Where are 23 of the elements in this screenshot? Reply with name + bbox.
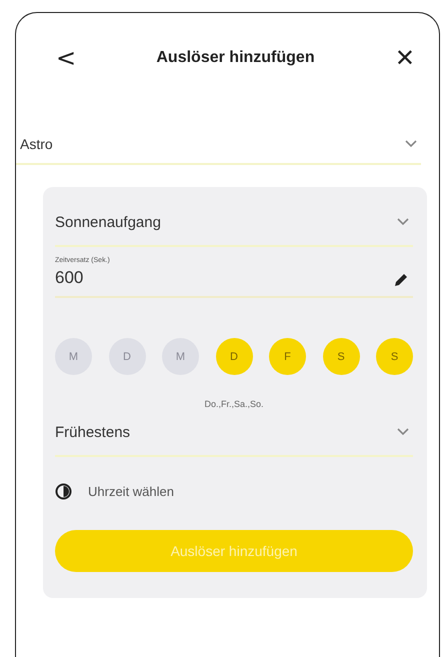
weekday-toggle[interactable]: D bbox=[108, 338, 146, 375]
type-dropdown[interactable]: Astro bbox=[16, 125, 421, 165]
selected-days-text: Do.,Fr.,Sa.,So. bbox=[203, 399, 265, 409]
weekday-toggle[interactable]: F bbox=[269, 338, 306, 375]
time-option-label[interactable]: Uhrzeit wählen bbox=[88, 484, 174, 499]
chevron-down-icon bbox=[405, 140, 417, 148]
back-button[interactable]: < bbox=[56, 44, 76, 72]
earliest-dropdown[interactable]: Frühestens bbox=[55, 409, 413, 457]
dropdown-value: Frühestens bbox=[55, 424, 130, 440]
event-dropdown[interactable]: Sonnenaufgang bbox=[55, 199, 413, 247]
dropdown-value: Astro bbox=[20, 136, 53, 152]
close-button[interactable]: ✕ bbox=[394, 44, 415, 72]
chevron-down-icon bbox=[397, 218, 409, 226]
field-value: 600 bbox=[55, 268, 84, 288]
pencil-icon[interactable] bbox=[393, 272, 409, 288]
weekday-toggle[interactable]: D bbox=[216, 338, 252, 375]
weekday-toggle[interactable]: M bbox=[55, 338, 92, 375]
weekday-toggle[interactable]: S bbox=[322, 338, 360, 375]
dropdown-value: Sonnenaufgang bbox=[55, 214, 161, 230]
weekday-toggle[interactable]: S bbox=[376, 338, 413, 375]
chevron-down-icon bbox=[397, 428, 409, 436]
dialog-title: Auslöser hinzufügen bbox=[156, 49, 315, 67]
weekday-toggle[interactable]: M bbox=[162, 338, 199, 375]
